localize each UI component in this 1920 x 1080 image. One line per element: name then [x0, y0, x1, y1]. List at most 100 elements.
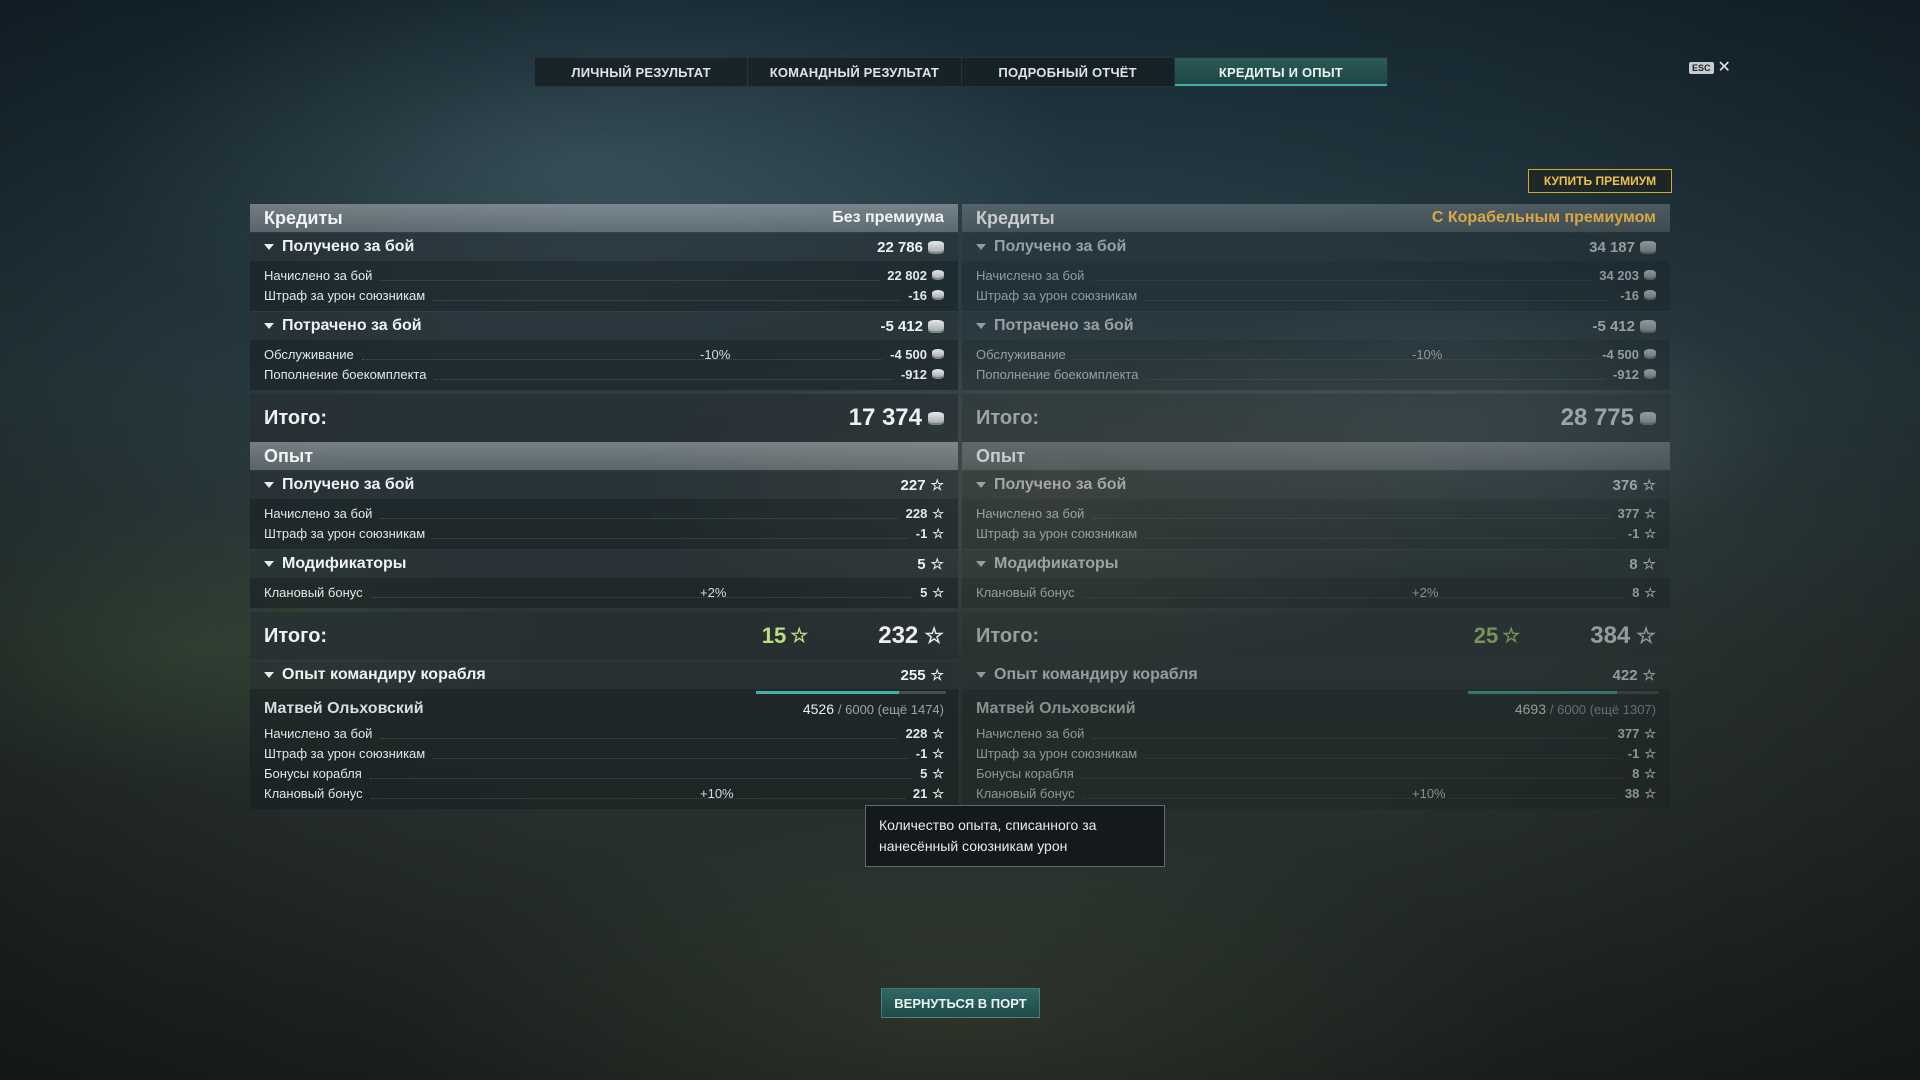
- credits-total-value: 17 374: [849, 404, 944, 432]
- commander-name: Матвей Ольховский: [976, 700, 1136, 717]
- row-label: Начислено за бой: [976, 725, 1085, 741]
- dotted-leader: [361, 349, 883, 360]
- tab-personal-result[interactable]: ЛИЧНЫЙ РЕЗУЛЬТАТ: [535, 58, 749, 86]
- row-value: 21 ☆: [913, 786, 944, 801]
- value-text: 8: [1632, 584, 1640, 600]
- credits-body: Получено за бой 22 786 Начислено за бой 2…: [250, 232, 958, 442]
- progress-fill: [1468, 691, 1617, 694]
- value-text: 255: [900, 666, 926, 684]
- tab-team-result[interactable]: КОМАНДНЫЙ РЕЗУЛЬТАТ: [748, 58, 962, 86]
- credits-earned-header[interactable]: Получено за бой 34 187: [962, 232, 1670, 261]
- close-button[interactable]: ESC ✕: [1689, 60, 1731, 76]
- total-label: Итого:: [264, 624, 328, 647]
- group-label: Потрачено за бой: [994, 317, 1134, 334]
- chevron-down-icon: [976, 561, 986, 567]
- coin-icon: [1640, 240, 1656, 254]
- tab-credits-and-xp[interactable]: КРЕДИТЫ И ОПЫТ: [1174, 58, 1387, 86]
- row-label: Начислено за бой: [264, 505, 373, 521]
- row-label: Штраф за урон союзникам: [976, 745, 1138, 761]
- credits-body: Получено за бой 34 187 Начислено за бой 3…: [962, 232, 1670, 442]
- tab-detailed-report[interactable]: ПОДРОБНЫЙ ОТЧЁТ: [962, 58, 1175, 86]
- star-icon: ☆: [924, 623, 944, 648]
- xp-modifiers-header[interactable]: Модификаторы 8 ☆: [962, 549, 1670, 578]
- row-label: Штраф за урон союзникам: [264, 525, 426, 541]
- star-icon: ☆: [930, 666, 944, 684]
- coin-icon: [932, 369, 944, 379]
- commander-name-row: Матвей Ольховский 4693 / 6000 (ещё 1307): [962, 691, 1670, 723]
- commander-xp-header[interactable]: Опыт командиру корабля 255 ☆: [250, 660, 958, 689]
- commander-xp-header[interactable]: Опыт командиру корабля 422 ☆: [962, 660, 1670, 689]
- value-text: 22 802: [887, 267, 927, 283]
- value-text: -1: [915, 745, 928, 761]
- star-icon: ☆: [1502, 625, 1521, 647]
- row-percent: -10%: [1412, 346, 1443, 362]
- list-item: Бонусы корабля 8 ☆: [962, 763, 1670, 783]
- row-label: Клановый бонус: [976, 785, 1075, 801]
- xp-earned-header[interactable]: Получено за бой 376 ☆: [962, 470, 1670, 499]
- xp-section-header: Опыт: [250, 442, 958, 470]
- row-value: -16: [908, 288, 944, 303]
- dotted-leader: [380, 508, 898, 519]
- commander-name: Матвей Ольховский: [264, 700, 424, 717]
- panel-with-premium: Кредиты С Корабельным премиумом Получено…: [962, 204, 1670, 809]
- commander-rows: Начислено за бой 377 ☆ Штраф за урон союзни…: [962, 723, 1670, 803]
- row-value: 38 ☆: [1625, 786, 1656, 801]
- list-item: Штраф за урон союзникам -16: [250, 285, 958, 305]
- list-item: Штраф за урон союзникам -16: [962, 285, 1670, 305]
- xp-earned-header[interactable]: Получено за бой 227 ☆: [250, 470, 958, 499]
- star-icon: ☆: [1644, 745, 1656, 761]
- credits-spent-header[interactable]: Потрачено за бой -5 412: [962, 311, 1670, 340]
- value-text: -5 412: [1592, 317, 1635, 335]
- coin-icon: [932, 290, 944, 300]
- credits-total-row: Итого: 28 775: [962, 394, 1670, 442]
- xp-bonus-value: 15 ☆: [762, 623, 808, 649]
- row-value: 5 ☆: [920, 585, 944, 600]
- row-label: Клановый бонус: [976, 584, 1075, 600]
- xp-earned-rows: Начислено за бой 377 ☆ Штраф за урон союзни…: [962, 499, 1670, 549]
- credits-earned-header[interactable]: Получено за бой 22 786: [250, 232, 958, 261]
- star-icon: ☆: [930, 555, 944, 573]
- group-value: 22 786: [877, 239, 944, 256]
- row-label: Начислено за бой: [976, 505, 1085, 521]
- xp-earned-rows: Начислено за бой 228 ☆ Штраф за урон союзни…: [250, 499, 958, 549]
- coin-icon: [1644, 369, 1656, 379]
- value-text: 5: [920, 765, 928, 781]
- value-text: -16: [1620, 287, 1639, 303]
- xp-remaining: / 6000 (ещё 1474): [837, 702, 944, 717]
- value-text: 5: [920, 584, 928, 600]
- star-icon: ☆: [1644, 765, 1656, 781]
- xp-total-value: 384 ☆: [1590, 622, 1656, 650]
- row-label: Клановый бонус: [264, 785, 363, 801]
- coin-icon: [932, 349, 944, 359]
- return-to-port-button[interactable]: ВЕРНУТЬСЯ В ПОРТ: [881, 988, 1040, 1018]
- value-text: 17 374: [848, 404, 922, 431]
- xp-modifiers-header[interactable]: Модификаторы 5 ☆: [250, 549, 958, 578]
- row-value: -912: [1613, 367, 1656, 382]
- row-value: -1 ☆: [1628, 746, 1656, 761]
- star-icon: ☆: [1644, 505, 1656, 521]
- row-value: 5 ☆: [920, 766, 944, 781]
- row-label: Бонусы корабля: [264, 765, 362, 781]
- row-label: Пополнение боекомплекта: [976, 366, 1139, 382]
- coin-icon: [1644, 290, 1656, 300]
- xp-total-row: Итого: 15 ☆ 232 ☆: [250, 612, 958, 660]
- star-icon: ☆: [932, 785, 944, 801]
- row-percent: +10%: [700, 785, 734, 801]
- value-text: 384: [1590, 622, 1631, 649]
- total-label: Итого:: [976, 406, 1040, 429]
- row-value: -1 ☆: [916, 526, 944, 541]
- value-text: 228: [905, 505, 928, 521]
- credits-total-value: 28 775: [1561, 404, 1656, 432]
- coin-icon: [1640, 411, 1656, 425]
- credits-spent-header[interactable]: Потрачено за бой -5 412: [250, 311, 958, 340]
- commander-name-row: Матвей Ольховский 4526 / 6000 (ещё 1474): [250, 691, 958, 723]
- value-text: 34 187: [1589, 238, 1635, 256]
- buy-premium-button[interactable]: КУПИТЬ ПРЕМИУМ: [1528, 169, 1672, 193]
- credits-total-row: Итого: 17 374: [250, 394, 958, 442]
- credits-subtitle: С Корабельным премиумом: [1431, 209, 1656, 226]
- value-text: 8: [1629, 555, 1638, 573]
- value-text: 227: [900, 476, 926, 494]
- credits-spent-rows: Обслуживание -10% -4 500 Пополнение боекомп…: [962, 340, 1670, 390]
- value-text: 377: [1617, 725, 1640, 741]
- chevron-down-icon: [264, 561, 274, 567]
